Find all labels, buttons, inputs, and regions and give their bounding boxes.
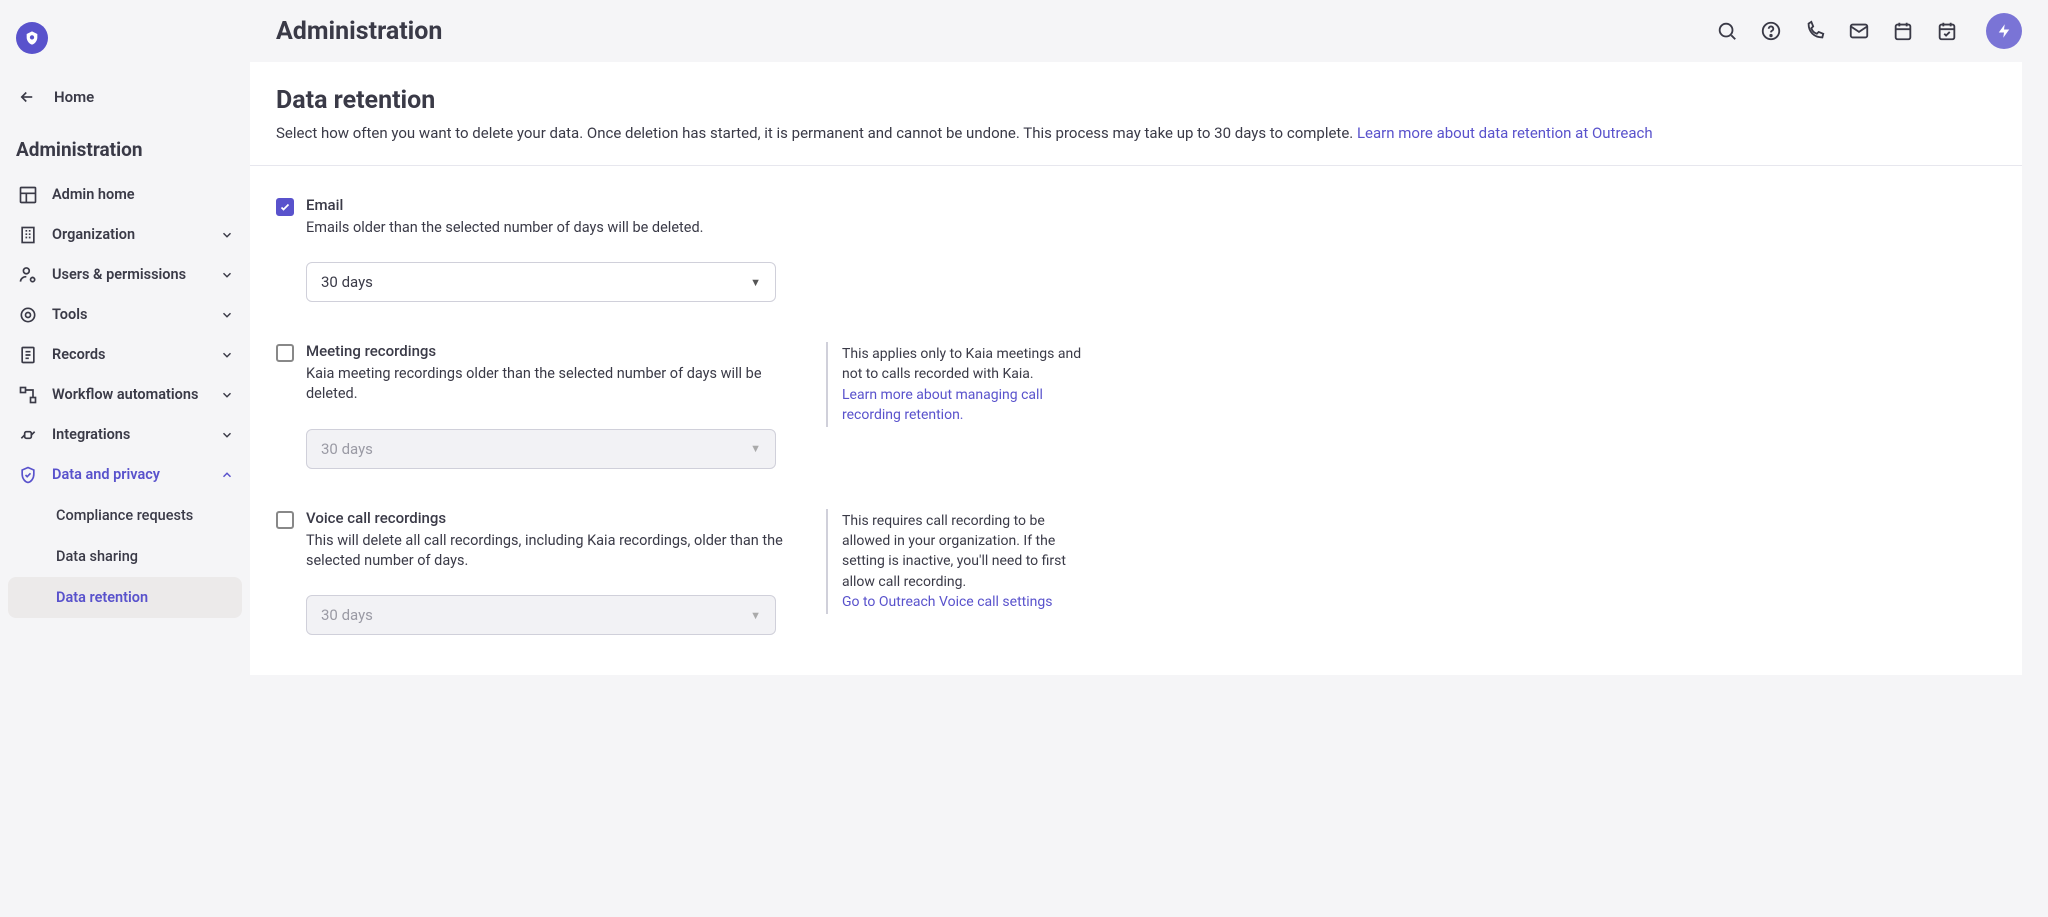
plug-icon <box>16 425 40 445</box>
nav-workflow-automations[interactable]: Workflow automations <box>8 375 242 415</box>
nav-label: Tools <box>52 306 208 324</box>
meeting-description: Kaia meeting recordings older than the s… <box>306 364 806 405</box>
nav-records[interactable]: Records <box>8 335 242 375</box>
setting-voice-recordings: Voice call recordings This will delete a… <box>276 509 1996 636</box>
meeting-note: This applies only to Kaia meetings and n… <box>826 342 1086 427</box>
meeting-days-select: 30 days ▼ <box>306 429 776 469</box>
note-text: This applies only to Kaia meetings and n… <box>842 346 1081 382</box>
voice-checkbox[interactable] <box>276 511 294 529</box>
nav-label: Workflow automations <box>52 386 208 404</box>
select-value: 30 days <box>321 440 373 458</box>
chevron-down-icon <box>220 268 234 282</box>
check-icon <box>279 201 291 213</box>
subnav-data-retention[interactable]: Data retention <box>8 577 242 618</box>
nav-label: Integrations <box>52 426 208 444</box>
phone-icon[interactable] <box>1804 20 1826 42</box>
chevron-down-icon <box>220 348 234 362</box>
voice-description: This will delete all call recordings, in… <box>306 531 806 572</box>
topbar: Administration <box>250 0 2048 62</box>
dropdown-icon: ▼ <box>750 442 761 455</box>
nav-organization[interactable]: Organization <box>8 215 242 255</box>
nav-label: Admin home <box>52 186 234 204</box>
nav-label: Data and privacy <box>52 466 208 484</box>
email-days-select[interactable]: 30 days ▼ <box>306 262 776 302</box>
chevron-down-icon <box>220 428 234 442</box>
content-description: Select how often you want to delete your… <box>276 123 1996 145</box>
nav-label: Records <box>52 346 208 364</box>
content-title: Data retention <box>276 86 1996 115</box>
building-icon <box>16 225 40 245</box>
voice-days-select: 30 days ▼ <box>306 595 776 635</box>
dropdown-icon: ▼ <box>750 609 761 622</box>
learn-more-link[interactable]: Learn more about data retention at Outre… <box>1357 124 1653 142</box>
email-description: Emails older than the selected number of… <box>306 218 806 238</box>
dashboard-icon <box>16 185 40 205</box>
subnav-data-sharing[interactable]: Data sharing <box>8 536 242 577</box>
help-icon[interactable] <box>1760 20 1782 42</box>
voice-label: Voice call recordings <box>306 509 806 527</box>
content-description-text: Select how often you want to delete your… <box>276 124 1357 142</box>
gear-icon <box>16 305 40 325</box>
avatar[interactable] <box>1986 13 2022 49</box>
select-value: 30 days <box>321 606 373 624</box>
nav-label: Organization <box>52 226 208 244</box>
meeting-label: Meeting recordings <box>306 342 806 360</box>
user-gear-icon <box>16 265 40 285</box>
setting-email: Email Emails older than the selected num… <box>276 196 1996 302</box>
arrow-left-icon <box>18 88 36 106</box>
chevron-down-icon <box>220 228 234 242</box>
email-checkbox[interactable] <box>276 198 294 216</box>
workflow-icon <box>16 385 40 405</box>
meeting-note-link[interactable]: Learn more about managing call recording… <box>842 387 1043 423</box>
meeting-checkbox[interactable] <box>276 344 294 362</box>
mail-icon[interactable] <box>1848 20 1870 42</box>
setting-meeting-recordings: Meeting recordings Kaia meeting recordin… <box>276 342 1996 469</box>
email-label: Email <box>306 196 806 214</box>
content-card: Data retention Select how often you want… <box>250 62 2022 675</box>
calendar-icon[interactable] <box>1892 20 1914 42</box>
sidebar-heading: Administration <box>8 114 242 175</box>
select-value: 30 days <box>321 273 373 291</box>
nav-integrations[interactable]: Integrations <box>8 415 242 455</box>
chevron-down-icon <box>220 308 234 322</box>
nav-admin-home[interactable]: Admin home <box>8 175 242 215</box>
note-text: This requires call recording to be allow… <box>842 513 1066 590</box>
dropdown-icon: ▼ <box>750 276 761 289</box>
voice-note: This requires call recording to be allow… <box>826 509 1086 614</box>
page-heading: Administration <box>276 17 442 46</box>
nav-label: Users & permissions <box>52 266 208 284</box>
home-link[interactable]: Home <box>8 80 242 114</box>
nav-users-permissions[interactable]: Users & permissions <box>8 255 242 295</box>
shield-icon <box>24 30 40 46</box>
nav-tools[interactable]: Tools <box>8 295 242 335</box>
shield-check-icon <box>16 465 40 485</box>
search-icon[interactable] <box>1716 20 1738 42</box>
chevron-down-icon <box>220 388 234 402</box>
logo[interactable] <box>8 18 242 80</box>
list-icon <box>16 345 40 365</box>
chevron-up-icon <box>220 468 234 482</box>
task-icon[interactable] <box>1936 20 1958 42</box>
subnav-compliance-requests[interactable]: Compliance requests <box>8 495 242 536</box>
voice-note-link[interactable]: Go to Outreach Voice call settings <box>842 594 1052 610</box>
sidebar: Home Administration Admin home Organizat… <box>0 0 250 917</box>
nav-data-and-privacy[interactable]: Data and privacy <box>8 455 242 495</box>
home-label: Home <box>54 88 94 106</box>
